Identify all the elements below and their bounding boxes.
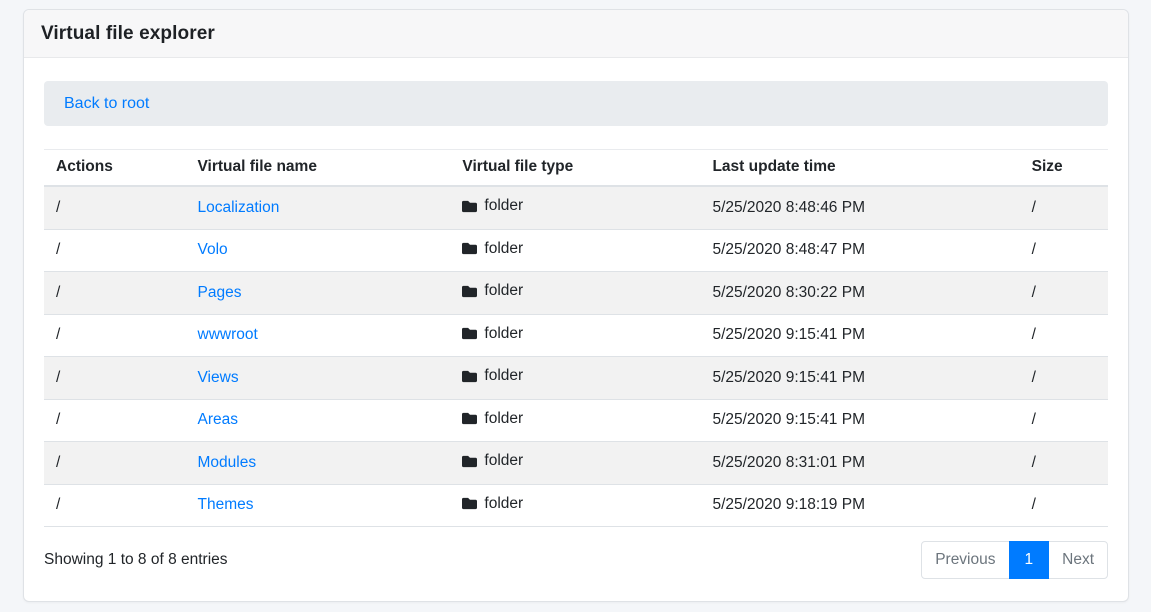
file-type-label: folder [484, 452, 523, 470]
next-button[interactable]: Next [1048, 541, 1108, 579]
row-actions: / [44, 442, 186, 485]
folder-icon [462, 241, 477, 256]
table-row: / Localization folder 5/25/2020 8:48:46 … [44, 186, 1108, 229]
last-update-time: 5/25/2020 8:48:46 PM [700, 186, 1019, 229]
virtual-file-explorer-card: Virtual file explorer Back to root Actio… [23, 9, 1129, 602]
table-row: / Views folder 5/25/2020 9:15:41 PM / [44, 357, 1108, 400]
last-update-time: 5/25/2020 9:15:41 PM [700, 399, 1019, 442]
file-type-label: folder [484, 282, 523, 300]
folder-icon [462, 199, 477, 214]
file-name-link[interactable]: Views [198, 369, 239, 386]
file-name-link[interactable]: Themes [198, 496, 254, 513]
file-type: folder [462, 325, 523, 343]
file-type-label: folder [484, 410, 523, 428]
row-actions: / [44, 357, 186, 400]
file-table: Actions Virtual file name Virtual file t… [44, 149, 1108, 527]
table-row: / Volo folder 5/25/2020 8:48:47 PM / [44, 229, 1108, 272]
file-type: folder [462, 452, 523, 470]
last-update-time: 5/25/2020 9:15:41 PM [700, 314, 1019, 357]
folder-icon [462, 369, 477, 384]
page-title: Virtual file explorer [41, 23, 1111, 45]
card-header: Virtual file explorer [24, 10, 1128, 58]
folder-icon [462, 284, 477, 299]
pagination: Previous 1 Next [921, 541, 1108, 579]
file-type-label: folder [484, 325, 523, 343]
last-update-time: 5/25/2020 8:31:01 PM [700, 442, 1019, 485]
back-to-root-link[interactable]: Back to root [64, 95, 149, 113]
column-header-actions: Actions [44, 150, 186, 187]
table-row: / wwwroot folder 5/25/2020 9:15:41 PM / [44, 314, 1108, 357]
file-table-head: Actions Virtual file name Virtual file t… [44, 150, 1108, 187]
table-row: / Areas folder 5/25/2020 9:15:41 PM / [44, 399, 1108, 442]
file-type: folder [462, 197, 523, 215]
file-size: / [1020, 272, 1108, 315]
previous-button[interactable]: Previous [921, 541, 1009, 579]
column-header-size: Size [1020, 150, 1108, 187]
file-type-label: folder [484, 197, 523, 215]
file-type-label: folder [484, 240, 523, 258]
folder-icon [462, 411, 477, 426]
column-header-type: Virtual file type [450, 150, 700, 187]
breadcrumb: Back to root [44, 81, 1108, 126]
last-update-time: 5/25/2020 8:48:47 PM [700, 229, 1019, 272]
last-update-time: 5/25/2020 9:18:19 PM [700, 484, 1019, 527]
pagination-previous[interactable]: Previous [921, 541, 1009, 579]
card-body: Back to root Actions Virtual file name V… [24, 58, 1128, 602]
row-actions: / [44, 229, 186, 272]
row-actions: / [44, 272, 186, 315]
file-type: folder [462, 367, 523, 385]
row-actions: / [44, 186, 186, 229]
last-update-time: 5/25/2020 8:30:22 PM [700, 272, 1019, 315]
folder-icon [462, 454, 477, 469]
file-size: / [1020, 484, 1108, 527]
file-size: / [1020, 314, 1108, 357]
file-name-link[interactable]: Localization [198, 199, 280, 216]
row-actions: / [44, 484, 186, 527]
file-type: folder [462, 410, 523, 428]
file-size: / [1020, 442, 1108, 485]
file-name-link[interactable]: Areas [198, 411, 239, 428]
folder-icon [462, 326, 477, 341]
file-type-label: folder [484, 367, 523, 385]
entries-summary: Showing 1 to 8 of 8 entries [44, 551, 228, 569]
file-table-body: / Localization folder 5/25/2020 8:48:46 … [44, 186, 1108, 527]
file-size: / [1020, 229, 1108, 272]
file-type-label: folder [484, 495, 523, 513]
column-header-name: Virtual file name [186, 150, 451, 187]
file-type: folder [462, 495, 523, 513]
file-size: / [1020, 357, 1108, 400]
file-name-link[interactable]: Pages [198, 284, 242, 301]
column-header-time: Last update time [700, 150, 1019, 187]
table-row: / Modules folder 5/25/2020 8:31:01 PM / [44, 442, 1108, 485]
folder-icon [462, 496, 477, 511]
row-actions: / [44, 314, 186, 357]
file-size: / [1020, 186, 1108, 229]
row-actions: / [44, 399, 186, 442]
file-name-link[interactable]: Modules [198, 454, 257, 471]
pagination-page-1[interactable]: 1 [1010, 541, 1050, 579]
table-footer: Showing 1 to 8 of 8 entries Previous 1 N… [44, 541, 1108, 602]
pagination-next[interactable]: Next [1049, 541, 1108, 579]
table-row: / Pages folder 5/25/2020 8:30:22 PM / [44, 272, 1108, 315]
file-type: folder [462, 282, 523, 300]
file-name-link[interactable]: Volo [198, 241, 228, 258]
file-name-link[interactable]: wwwroot [198, 326, 258, 343]
file-type: folder [462, 240, 523, 258]
table-row: / Themes folder 5/25/2020 9:18:19 PM / [44, 484, 1108, 527]
file-size: / [1020, 399, 1108, 442]
page-1-button[interactable]: 1 [1009, 541, 1050, 579]
last-update-time: 5/25/2020 9:15:41 PM [700, 357, 1019, 400]
